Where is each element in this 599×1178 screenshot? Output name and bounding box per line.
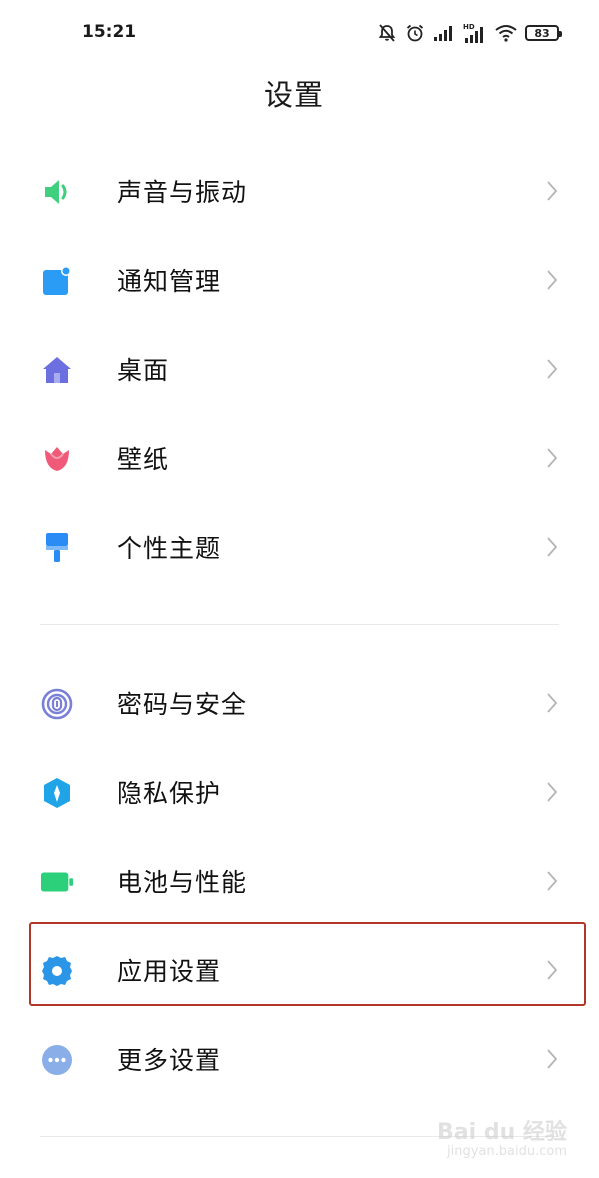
home-icon <box>40 355 74 385</box>
chevron-right-icon <box>544 959 560 981</box>
page-title: 设置 <box>263 78 324 112</box>
battery-performance-icon <box>40 867 74 897</box>
settings-item-notifications[interactable]: 通知管理 <box>0 236 599 325</box>
app-settings-gear-icon <box>40 956 74 986</box>
signal-icon <box>433 24 455 42</box>
settings-group-1: 声音与振动 通知管理 桌面 壁纸 个性主题 <box>0 147 599 592</box>
privacy-shield-icon <box>40 778 74 808</box>
settings-item-label: 声音与振动 <box>117 178 248 207</box>
baidu-jingyan-watermark: Bai du 经验 jingyan.baidu.com <box>429 1108 569 1166</box>
settings-item-label: 桌面 <box>117 356 170 385</box>
notification-icon <box>40 266 74 296</box>
section-divider <box>40 624 559 625</box>
settings-item-label: 隐私保护 <box>117 779 222 808</box>
settings-item-privacy[interactable]: 隐私保护 <box>0 748 599 837</box>
status-icons: HD 83 <box>377 20 562 46</box>
chevron-right-icon <box>544 180 560 202</box>
battery-level: 83 <box>534 26 550 40</box>
settings-item-wallpaper[interactable]: 壁纸 <box>0 414 599 503</box>
settings-item-label: 通知管理 <box>117 267 222 296</box>
settings-item-more-settings[interactable]: 更多设置 <box>0 1015 599 1104</box>
status-bar: 15:21 HD 83 <box>0 0 599 66</box>
settings-group-2: 密码与安全 隐私保护 电池与性能 应用设置 更多设置 <box>0 659 599 1104</box>
settings-item-label: 更多设置 <box>117 1046 222 1075</box>
settings-item-label: 壁纸 <box>117 445 170 474</box>
fingerprint-icon <box>40 688 74 720</box>
settings-item-desktop[interactable]: 桌面 <box>0 325 599 414</box>
settings-item-themes[interactable]: 个性主题 <box>0 503 599 592</box>
chevron-right-icon <box>544 1048 560 1070</box>
hd-signal-icon: HD <box>463 22 487 44</box>
alarm-icon <box>405 23 425 43</box>
svg-text:HD: HD <box>463 23 475 31</box>
brush-icon <box>40 533 74 563</box>
chevron-right-icon <box>544 536 560 558</box>
chevron-right-icon <box>544 269 560 291</box>
chevron-right-icon <box>544 358 560 380</box>
settings-item-sound-vibration[interactable]: 声音与振动 <box>0 147 599 236</box>
watermark-url: jingyan.baidu.com <box>447 1144 567 1159</box>
battery-icon: 83 <box>525 25 562 41</box>
settings-item-label: 密码与安全 <box>117 690 248 719</box>
chevron-right-icon <box>544 692 560 714</box>
speaker-icon <box>40 177 74 207</box>
watermark-brand: Bai du 经验 <box>437 1120 567 1145</box>
settings-item-battery-performance[interactable]: 电池与性能 <box>0 837 599 926</box>
settings-item-label: 应用设置 <box>117 957 222 986</box>
chevron-right-icon <box>544 447 560 469</box>
settings-item-label: 电池与性能 <box>117 868 248 897</box>
status-time: 15:21 <box>82 22 137 42</box>
settings-item-password-security[interactable]: 密码与安全 <box>0 659 599 748</box>
settings-item-app-settings[interactable]: 应用设置 <box>0 926 599 1015</box>
mute-icon <box>377 23 397 43</box>
settings-item-label: 个性主题 <box>117 534 222 563</box>
wifi-icon <box>495 24 517 42</box>
tulip-icon <box>40 444 74 474</box>
chevron-right-icon <box>544 870 560 892</box>
more-dots-icon <box>40 1045 74 1075</box>
chevron-right-icon <box>544 781 560 803</box>
